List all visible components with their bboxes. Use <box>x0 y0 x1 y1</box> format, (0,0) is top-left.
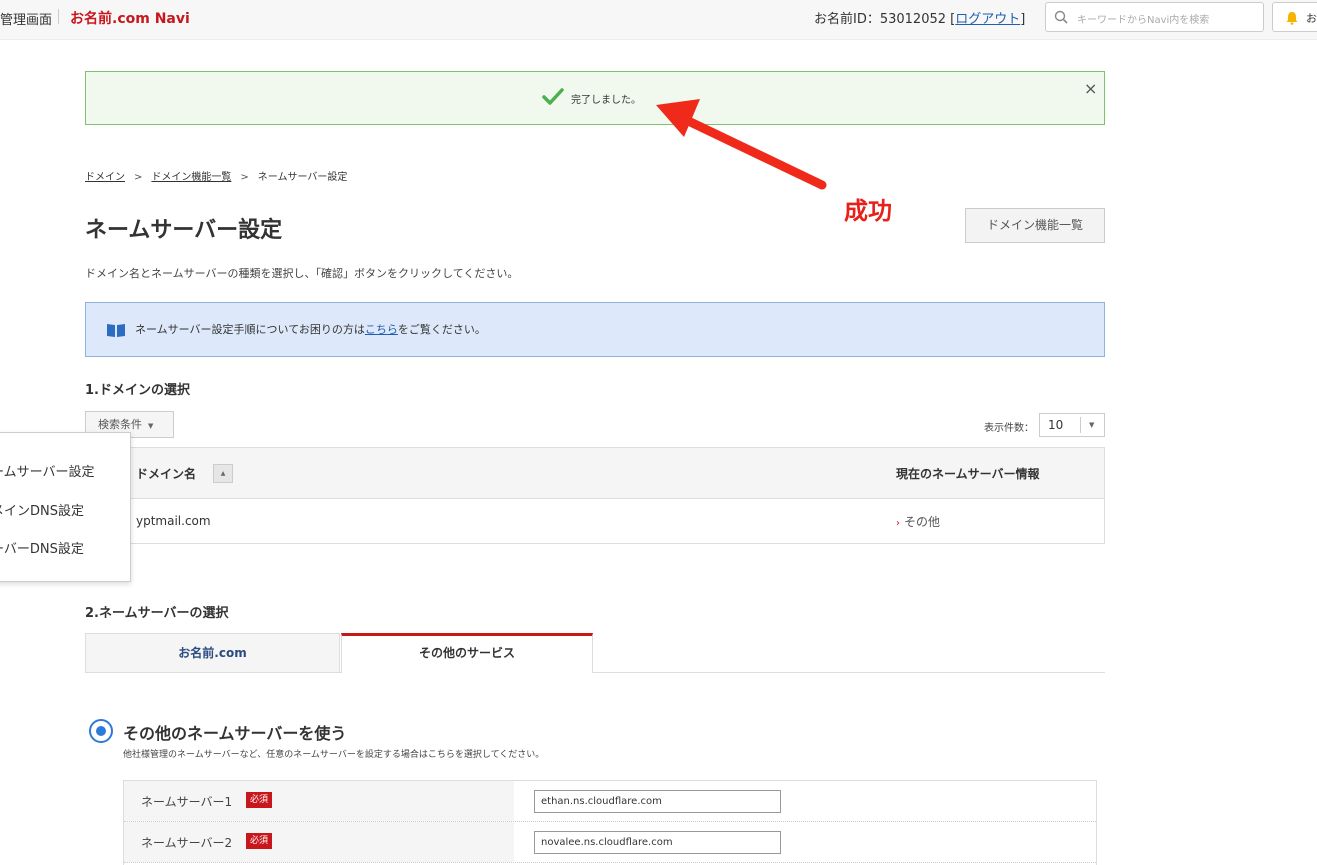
annotation-label: 成功 <box>844 197 892 225</box>
account-id: お名前ID：53012052 [ログアウト] <box>814 8 1025 27</box>
search-placeholder: キーワードからNavi内を検索 <box>1077 15 1210 26</box>
navi-search-box[interactable]: キーワードからNavi内を検索 <box>1045 2 1264 32</box>
help-text-before: ネームサーバー設定手順についてお困りの方は <box>135 323 365 336</box>
menu-item-nameserver-settings[interactable]: ームサーバー設定 <box>0 461 94 480</box>
logout-bracket-close: ] <box>1020 12 1026 27</box>
help-text-after: をご覧ください。 <box>397 323 486 336</box>
menu-item-server-dns-settings[interactable]: ーバーDNS設定 <box>0 538 84 557</box>
nameserver-label-cell: ネームサーバー2 必須 <box>124 822 514 862</box>
nameserver-row: ネームサーバー1 必須 <box>124 781 1096 822</box>
table-cell-domain[interactable]: yptmail.com <box>136 514 211 528</box>
bell-icon <box>1286 12 1298 25</box>
search-condition-label: 検索条件 <box>98 418 142 431</box>
nameserver-label-cell: ネームサーバー1 必須 <box>124 781 514 821</box>
nameserver-label: ネームサーバー1 <box>141 795 233 809</box>
per-page-label: 表示件数： <box>984 423 1034 434</box>
nameserver1-input[interactable] <box>534 790 781 813</box>
section-nameserver-select-title: 2.ネームサーバーの選択 <box>85 606 229 621</box>
book-icon <box>107 324 125 337</box>
top-header: 管理画面 お名前.com Navi お名前ID：53012052 [ログアウト]… <box>0 0 1317 40</box>
logout-link[interactable]: ログアウト <box>955 12 1020 27</box>
close-icon[interactable]: × <box>1084 79 1097 98</box>
per-page-select[interactable]: 10 ▼ <box>1039 413 1105 437</box>
nameserver-label: ネームサーバー2 <box>141 836 233 850</box>
sort-asc-icon[interactable]: ▲ <box>213 464 233 483</box>
chevron-right-icon: › <box>896 518 900 529</box>
account-id-label: お名前ID：53012052 <box>814 12 947 27</box>
required-badge: 必須 <box>246 833 273 849</box>
table-cell-nameserver[interactable]: › その他 <box>896 513 940 530</box>
tab-onamae[interactable]: お名前.com <box>85 633 340 673</box>
nameserver2-input[interactable] <box>534 831 781 854</box>
notification-button[interactable]: お <box>1272 2 1317 32</box>
breadcrumb: ドメイン > ドメイン機能一覧 > ネームサーバー設定 <box>85 168 347 183</box>
table-header: ドメイン名 ▲ 現在のネームサーバー情報 <box>86 448 1104 499</box>
breadcrumb-domain[interactable]: ドメイン <box>85 172 125 183</box>
help-text: ネームサーバー設定手順についてお困りの方はこちらをご覧ください。 <box>135 321 486 337</box>
nameserver-tabs: お名前.com その他のサービス <box>85 633 1105 673</box>
column-domain-name: ドメイン名 <box>136 467 197 481</box>
nameserver-row: ネームサーバー2 必須 <box>124 822 1096 863</box>
breadcrumb-current: ネームサーバー設定 <box>257 172 348 183</box>
check-icon <box>542 88 564 105</box>
nameserver-value: その他 <box>904 515 941 529</box>
radio-selected-dot <box>96 726 106 736</box>
dropdown-menu: ームサーバー設定 メインDNS設定 ーバーDNS設定 <box>0 432 131 582</box>
required-badge: 必須 <box>246 792 273 808</box>
breadcrumb-separator: > <box>134 172 143 183</box>
help-link[interactable]: こちら <box>365 323 398 336</box>
option-title[interactable]: その他のネームサーバーを使う <box>123 720 346 744</box>
domain-table: ドメイン名 ▲ 現在のネームサーバー情報 yptmail.com › その他 <box>85 447 1105 544</box>
breadcrumb-separator: > <box>240 172 249 183</box>
success-message: 完了しました。 <box>571 95 641 106</box>
brand-logo[interactable]: お名前.com Navi <box>70 8 190 28</box>
header-divider <box>58 9 59 24</box>
admin-label[interactable]: 管理画面 <box>0 9 52 28</box>
per-page-value: 10 <box>1048 418 1064 432</box>
radio-use-other-nameserver[interactable] <box>89 719 113 743</box>
column-current-nameserver: 現在のネームサーバー情報 <box>896 467 1040 481</box>
success-banner: 完了しました。 × <box>85 71 1105 125</box>
option-description: 他社様管理のネームサーバーなど、任意のネームサーバーを設定する場合はこちらを選択… <box>123 750 545 760</box>
domain-features-button[interactable]: ドメイン機能一覧 <box>965 208 1105 243</box>
nameserver-form: ネームサーバー1 必須 ネームサーバー2 必須 <box>123 780 1097 865</box>
help-info-box: ネームサーバー設定手順についてお困りの方はこちらをご覧ください。 <box>85 302 1105 357</box>
search-icon <box>1054 10 1068 24</box>
menu-item-domain-dns-settings[interactable]: メインDNS設定 <box>0 500 84 519</box>
tab-other-services[interactable]: その他のサービス <box>341 633 593 673</box>
page-title: ネームサーバー設定 <box>85 218 283 243</box>
breadcrumb-domain-features[interactable]: ドメイン機能一覧 <box>151 172 231 183</box>
caret-down-icon: ▼ <box>148 422 154 430</box>
caret-down-icon: ▼ <box>1089 421 1095 429</box>
notification-label: お <box>1306 12 1317 25</box>
page-description: ドメイン名とネームサーバーの種類を選択し、「確認」ボタンをクリックしてください。 <box>85 267 519 280</box>
section-domain-select-title: 1.ドメインの選択 <box>85 383 190 398</box>
select-divider <box>1080 417 1081 433</box>
